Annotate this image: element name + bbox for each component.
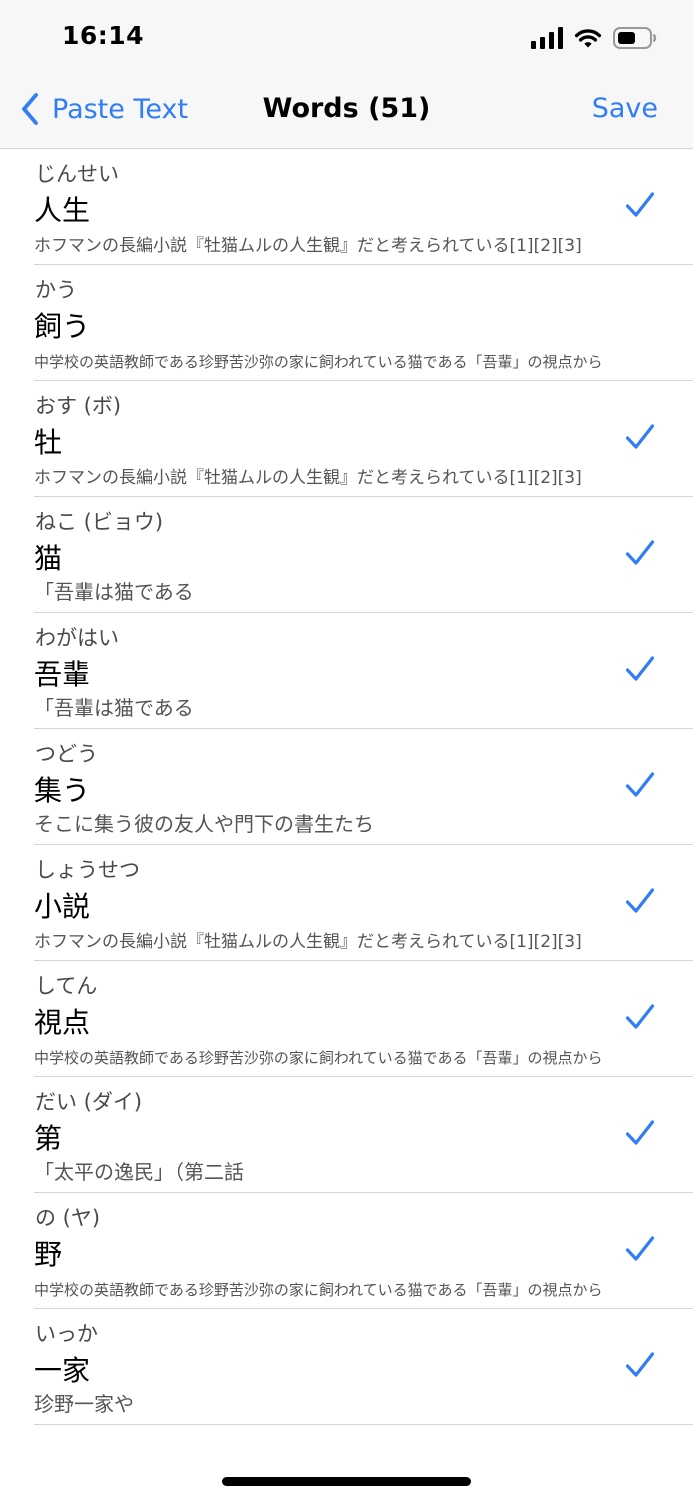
word-row[interactable]: しょうせつ 小説 ホフマンの長編小説『牡猫ムルの人生観』だと考えられている[1]… (34, 845, 693, 961)
checkmark-icon[interactable] (625, 1002, 655, 1032)
word-context: ホフマンの長編小説『牡猫ムルの人生観』だと考えられている[1][2][3] (34, 236, 582, 256)
word-kanji: 第 (34, 1122, 63, 1155)
save-button[interactable]: Save (592, 93, 658, 124)
word-context: 「吾輩は猫である (34, 580, 194, 604)
back-button-label: Paste Text (52, 93, 189, 125)
word-reading: じんせい (35, 162, 119, 186)
chevron-left-icon (22, 93, 38, 125)
word-kanji: 集う (34, 774, 91, 807)
word-row[interactable]: の (ヤ) 野 中学校の英語教師である珍野苦沙弥の家に飼われている猫である「吾輩… (34, 1193, 693, 1309)
word-kanji: 人生 (34, 194, 91, 227)
word-context: 中学校の英語教師である珍野苦沙弥の家に飼われている猫である「吾輩」の視点から (34, 1281, 603, 1299)
word-kanji: 視点 (34, 1006, 91, 1039)
battery-icon (613, 27, 657, 49)
word-reading: わがはい (35, 626, 119, 650)
word-kanji: 野 (34, 1238, 63, 1271)
word-context: 「太平の逸民」（第二話 (34, 1160, 244, 1184)
checkmark-icon[interactable] (625, 770, 655, 800)
word-context: ホフマンの長編小説『牡猫ムルの人生観』だと考えられている[1][2][3] (34, 932, 582, 952)
cellular-signal-icon (531, 27, 563, 49)
word-kanji: 一家 (34, 1354, 91, 1387)
word-context: 珍野一家や (34, 1392, 134, 1416)
word-kanji: 牡 (34, 426, 63, 459)
checkmark-icon[interactable] (625, 1118, 655, 1148)
word-context: ホフマンの長編小説『牡猫ムルの人生観』だと考えられている[1][2][3] (34, 468, 582, 488)
checkmark-icon[interactable] (625, 654, 655, 684)
checkmark-icon[interactable] (625, 538, 655, 568)
word-kanji: 飼う (34, 310, 91, 343)
word-reading: だい (ダイ) (35, 1090, 143, 1114)
word-context: そこに集う彼の友人や門下の書生たち (34, 812, 374, 836)
word-reading: かう (35, 278, 77, 302)
checkmark-icon[interactable] (625, 886, 655, 916)
word-reading: しょうせつ (35, 858, 140, 882)
word-context: 「吾輩は猫である (34, 696, 194, 720)
word-reading: の (ヤ) (35, 1206, 101, 1230)
word-row[interactable]: かう 飼う 中学校の英語教師である珍野苦沙弥の家に飼われている猫である「吾輩」の… (34, 265, 693, 381)
word-list: じんせい 人生 ホフマンの長編小説『牡猫ムルの人生観』だと考えられている[1][… (0, 149, 693, 1425)
wifi-icon (574, 29, 602, 48)
status-icons (531, 24, 657, 52)
word-row[interactable]: してん 視点 中学校の英語教師である珍野苦沙弥の家に飼われている猫である「吾輩」… (34, 961, 693, 1077)
word-kanji: 小説 (34, 890, 91, 923)
word-row[interactable]: おす (ボ) 牡 ホフマンの長編小説『牡猫ムルの人生観』だと考えられている[1]… (34, 381, 693, 497)
checkmark-icon[interactable] (625, 1350, 655, 1380)
word-row[interactable]: いっか 一家 珍野一家や (34, 1309, 693, 1425)
status-time: 16:14 (62, 21, 145, 50)
word-context: 中学校の英語教師である珍野苦沙弥の家に飼われている猫である「吾輩」の視点から (34, 1049, 603, 1067)
checkmark-icon[interactable] (625, 422, 655, 452)
word-reading: おす (ボ) (35, 394, 122, 418)
home-indicator[interactable] (222, 1477, 471, 1486)
word-row[interactable]: つどう 集う そこに集う彼の友人や門下の書生たち (34, 729, 693, 845)
word-kanji: 猫 (34, 542, 63, 575)
word-kanji: 吾輩 (34, 658, 91, 691)
back-button[interactable]: Paste Text (20, 92, 188, 126)
word-row[interactable]: だい (ダイ) 第 「太平の逸民」（第二話 (34, 1077, 693, 1193)
word-row[interactable]: じんせい 人生 ホフマンの長編小説『牡猫ムルの人生観』だと考えられている[1][… (34, 149, 693, 265)
top-bar: 16:14 Paste Text Words (51) Save (0, 0, 693, 149)
checkmark-icon[interactable] (625, 1234, 655, 1264)
word-reading: いっか (35, 1322, 98, 1346)
word-reading: してん (35, 974, 98, 998)
checkmark-icon[interactable] (625, 190, 655, 220)
word-context: 中学校の英語教師である珍野苦沙弥の家に飼われている猫である「吾輩」の視点から (34, 353, 603, 371)
word-row[interactable]: わがはい 吾輩 「吾輩は猫である (34, 613, 693, 729)
word-row[interactable]: ねこ (ビョウ) 猫 「吾輩は猫である (34, 497, 693, 613)
word-reading: ねこ (ビョウ) (35, 510, 164, 534)
word-reading: つどう (35, 742, 98, 766)
